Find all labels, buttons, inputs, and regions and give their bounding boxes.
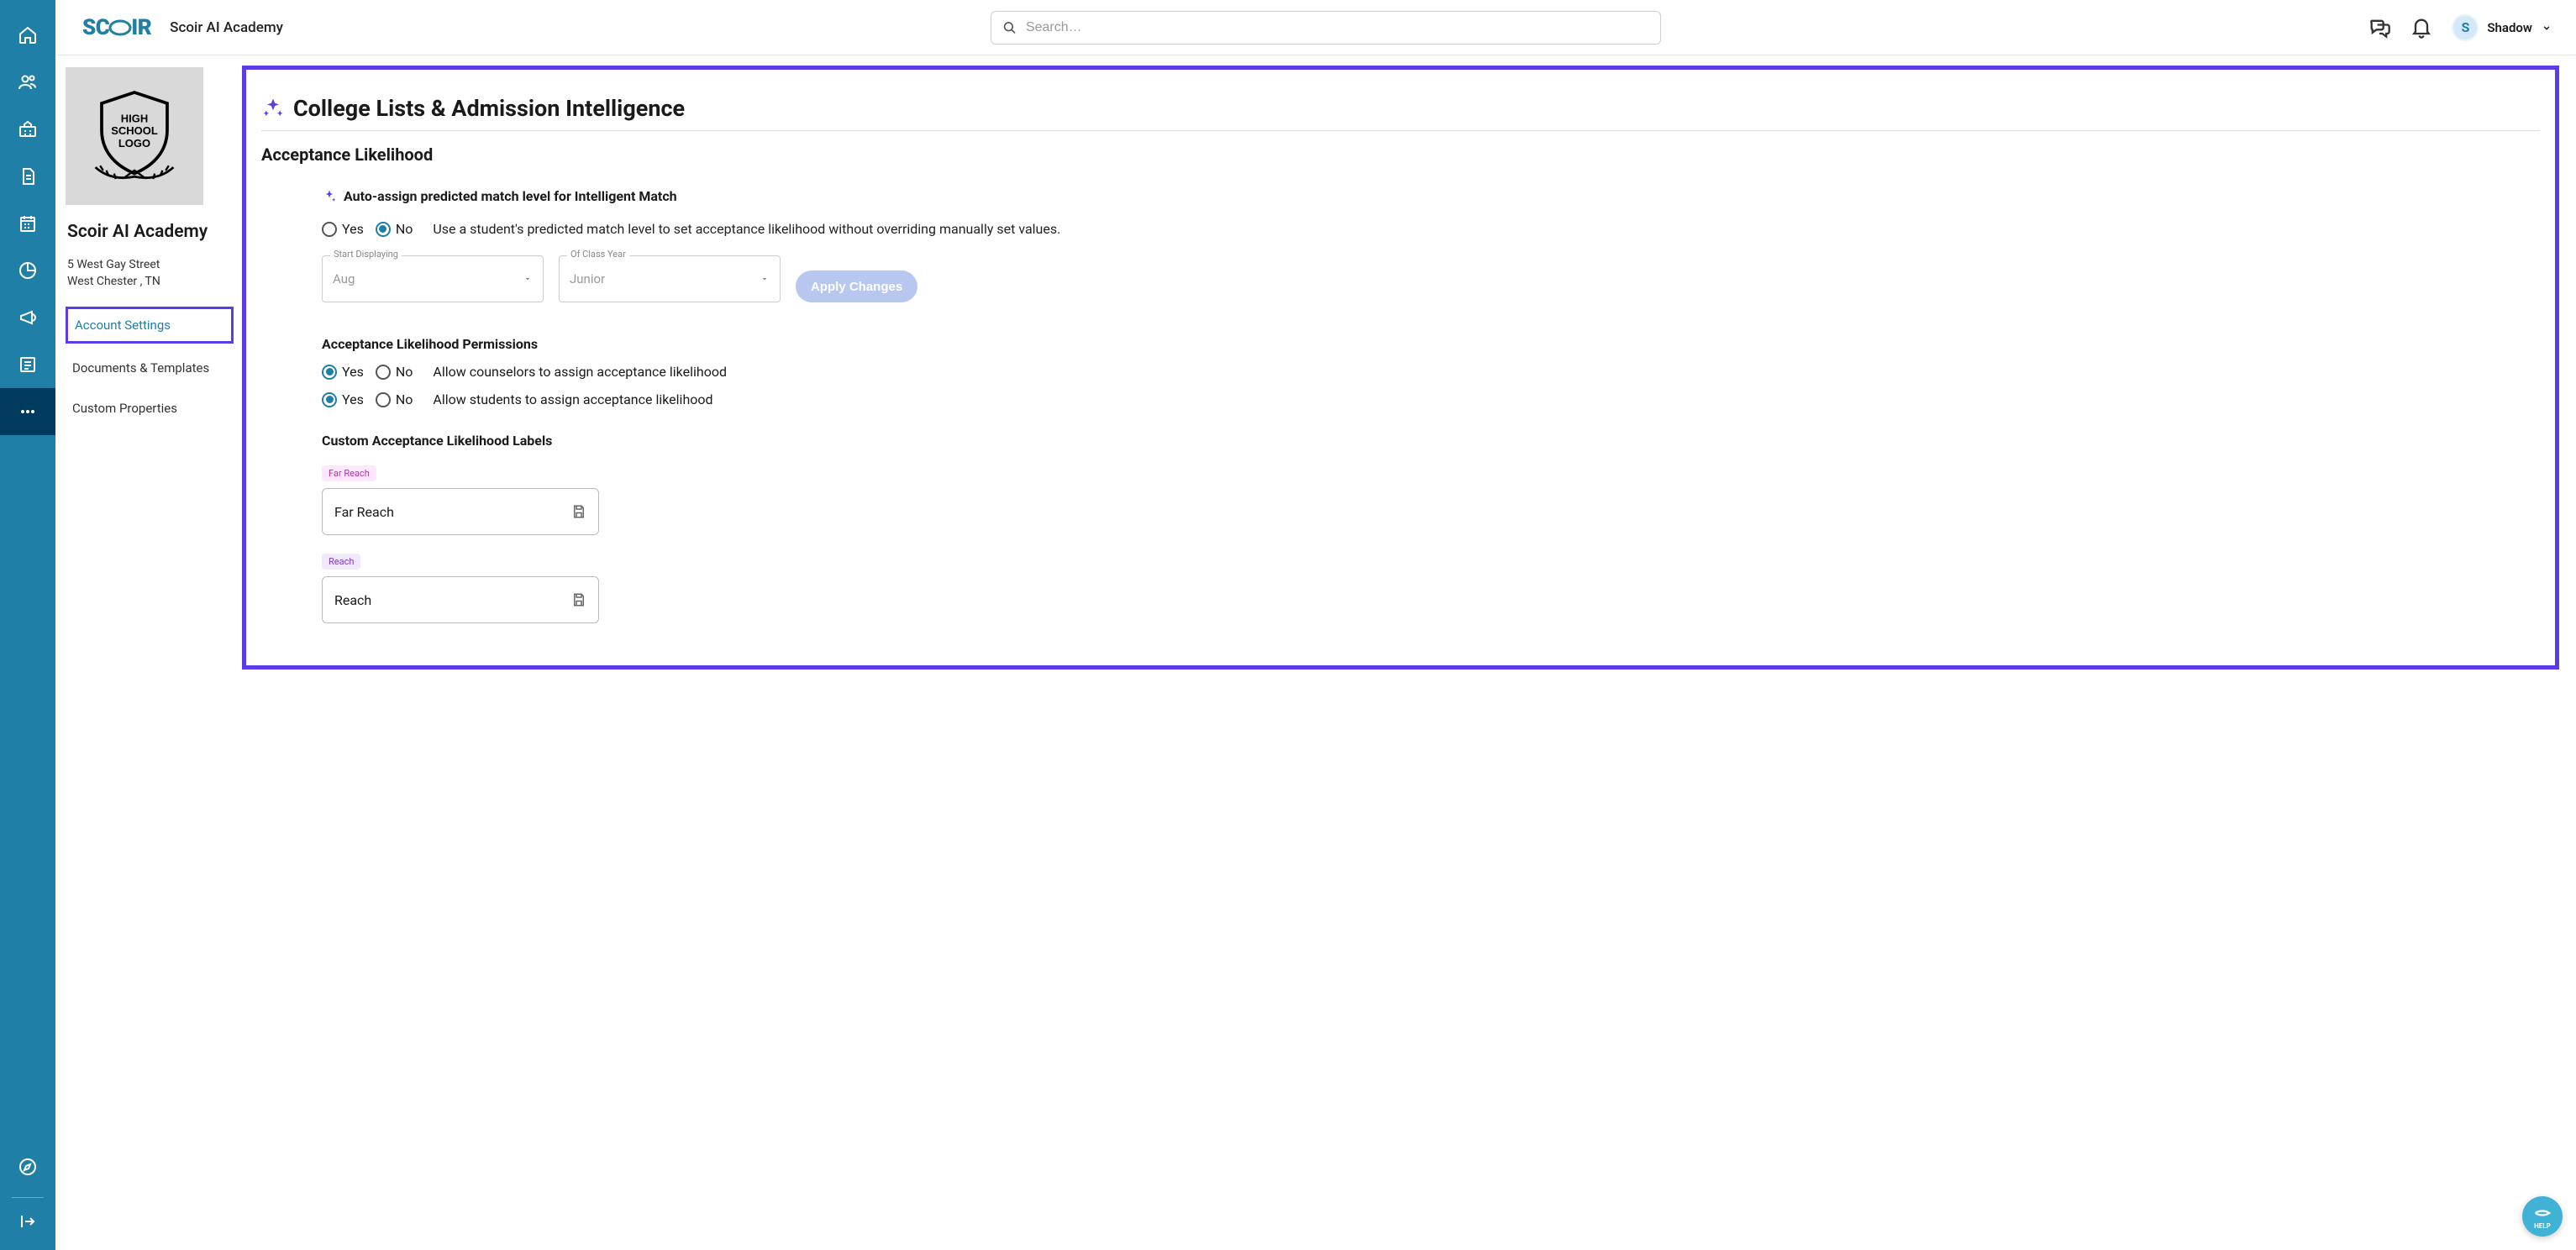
svg-text:SCHOOL: SCHOOL xyxy=(111,124,158,137)
nav-document-icon[interactable] xyxy=(0,153,55,200)
user-name: Shadow xyxy=(2487,20,2532,35)
counselor-perm-yes-radio[interactable]: Yes xyxy=(322,364,364,380)
notifications-icon[interactable] xyxy=(2410,16,2433,39)
student-perm-no-radio[interactable]: No xyxy=(376,391,413,407)
chevron-down-icon xyxy=(760,274,770,284)
class-year-select[interactable]: Junior xyxy=(559,255,781,302)
sidebar-item-documents-templates[interactable]: Documents & Templates xyxy=(66,352,234,384)
auto-assign-no-radio[interactable]: No xyxy=(376,221,413,237)
custom-labels-heading: Custom Acceptance Likelihood Labels xyxy=(322,433,2540,449)
counselor-perm-desc: Allow counselors to assign acceptance li… xyxy=(433,364,727,380)
nav-school-icon[interactable] xyxy=(0,106,55,153)
sparkle-icon xyxy=(322,189,337,204)
apply-changes-button[interactable]: Apply Changes xyxy=(796,270,917,302)
save-icon[interactable] xyxy=(571,592,586,607)
nav-home-icon[interactable] xyxy=(0,12,55,59)
class-year-label: Of Class Year xyxy=(567,249,629,260)
nav-announce-icon[interactable] xyxy=(0,294,55,341)
chevron-down-icon xyxy=(2541,22,2552,34)
nav-people-icon[interactable] xyxy=(0,59,55,106)
scoir-logo: SCIR xyxy=(82,15,151,40)
start-displaying-select[interactable]: Aug xyxy=(322,255,544,302)
avatar: S xyxy=(2452,14,2479,41)
permissions-heading: Acceptance Likelihood Permissions xyxy=(322,336,2540,352)
label-tag-reach: Reach xyxy=(322,554,360,570)
school-logo: HIGH SCHOOL LOGO xyxy=(66,67,203,205)
student-perm-yes-radio[interactable]: Yes xyxy=(322,391,364,407)
label-input-reach[interactable]: Reach xyxy=(322,576,599,623)
save-icon[interactable] xyxy=(571,504,586,519)
left-icon-rail xyxy=(0,0,55,1250)
user-menu[interactable]: S Shadow xyxy=(2452,14,2552,41)
top-header: SCIR Scoir AI Academy S Shad xyxy=(55,0,2576,55)
auto-assign-yes-radio[interactable]: Yes xyxy=(322,221,364,237)
search-input[interactable] xyxy=(1026,20,1650,35)
search-icon xyxy=(1001,19,1017,36)
side-panel: HIGH SCHOOL LOGO Scoir AI Academy 5 West… xyxy=(55,55,242,1250)
nav-compass-icon[interactable] xyxy=(0,1143,55,1190)
section-title: College Lists & Admission Intelligence xyxy=(293,95,685,122)
messages-icon[interactable] xyxy=(2368,16,2391,39)
sidebar-item-account-settings[interactable]: Account Settings xyxy=(66,307,234,344)
sparkle-icon xyxy=(261,97,285,120)
auto-assign-title: Auto-assign predicted match level for In… xyxy=(344,188,677,204)
nav-list-icon[interactable] xyxy=(0,341,55,388)
school-name: Scoir AI Academy xyxy=(66,222,234,242)
sidebar-item-custom-properties[interactable]: Custom Properties xyxy=(66,392,234,424)
nav-reports-icon[interactable] xyxy=(0,247,55,294)
svg-text:HIGH: HIGH xyxy=(121,112,149,124)
content-area: College Lists & Admission Intelligence A… xyxy=(242,55,2576,1250)
start-displaying-label: Start Displaying xyxy=(330,249,402,260)
search-box[interactable] xyxy=(991,11,1661,45)
settings-section-box: College Lists & Admission Intelligence A… xyxy=(242,66,2559,670)
nav-calendar-icon[interactable] xyxy=(0,200,55,247)
label-tag-far-reach: Far Reach xyxy=(322,465,376,481)
help-button[interactable]: HELP xyxy=(2522,1196,2563,1237)
school-address: 5 West Gay Street West Chester , TN xyxy=(66,257,234,290)
chevron-down-icon xyxy=(523,274,533,284)
acceptance-heading: Acceptance Likelihood xyxy=(261,144,2540,165)
nav-collapse-icon[interactable] xyxy=(0,1205,55,1238)
counselor-perm-no-radio[interactable]: No xyxy=(376,364,413,380)
svg-text:LOGO: LOGO xyxy=(118,137,150,150)
nav-more-icon[interactable] xyxy=(0,388,55,435)
auto-assign-desc: Use a student's predicted match level to… xyxy=(433,221,1060,237)
student-perm-desc: Allow students to assign acceptance like… xyxy=(433,391,712,407)
label-input-far-reach[interactable]: Far Reach xyxy=(322,488,599,535)
app-title: Scoir AI Academy xyxy=(170,19,283,36)
